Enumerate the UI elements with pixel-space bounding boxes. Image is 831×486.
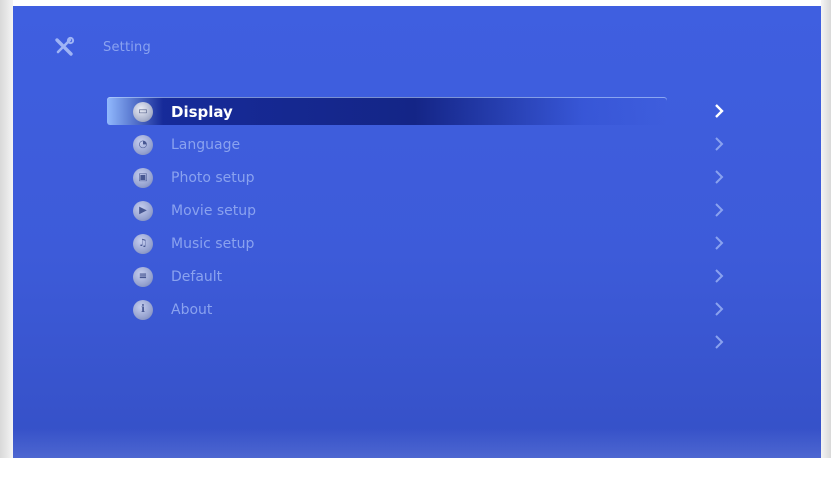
music-icon: ♫ [133,233,153,254]
default-icon: ≡ [133,266,153,287]
menu-item-movie-setup[interactable]: ▶ Movie setup [107,194,737,227]
settings-screen: Setting ▭ Display ◔ Language ▣ Photo set… [13,6,821,458]
movie-icon: ▶ [133,200,153,221]
menu-item-music-setup[interactable]: ♫ Music setup [107,227,737,260]
menu-item-label: Display [171,102,233,121]
menu-item-label: Photo setup [171,169,255,186]
chevron-right-icon [715,170,724,184]
chevron-right-icon [715,269,724,283]
menu-item-language[interactable]: ◔ Language [107,128,737,161]
menu-item-label: Language [171,136,241,153]
screen-bezel-left [0,0,13,486]
menu-item-label: Music setup [171,235,255,252]
menu-item-about[interactable]: i About [107,293,737,326]
menu-item-label: Default [171,268,223,285]
settings-menu: ▭ Display ◔ Language ▣ Photo setup ▶ Mov… [107,95,737,359]
chevron-right-icon [715,335,724,349]
menu-item-display[interactable]: ▭ Display [107,95,737,128]
screen-bezel-right [821,0,831,486]
chevron-right-icon [715,104,724,118]
chevron-right-icon [715,302,724,316]
display-icon: ▭ [133,101,153,122]
chevron-right-icon [715,137,724,151]
decorative-wave [13,428,821,458]
menu-item-label: About [171,301,213,318]
info-icon: i [133,299,153,320]
menu-item-default[interactable]: ≡ Default [107,260,737,293]
language-icon: ◔ [133,134,153,155]
screen-bezel-bottom [0,458,831,486]
chevron-right-icon [715,236,724,250]
chevron-right-icon [715,203,724,217]
tools-icon [51,34,77,60]
header: Setting [51,32,151,62]
page-title: Setting [103,39,151,55]
menu-item-photo-setup[interactable]: ▣ Photo setup [107,161,737,194]
photo-icon: ▣ [133,167,153,188]
menu-item-label: Movie setup [171,202,257,219]
menu-item-empty[interactable] [107,326,737,359]
